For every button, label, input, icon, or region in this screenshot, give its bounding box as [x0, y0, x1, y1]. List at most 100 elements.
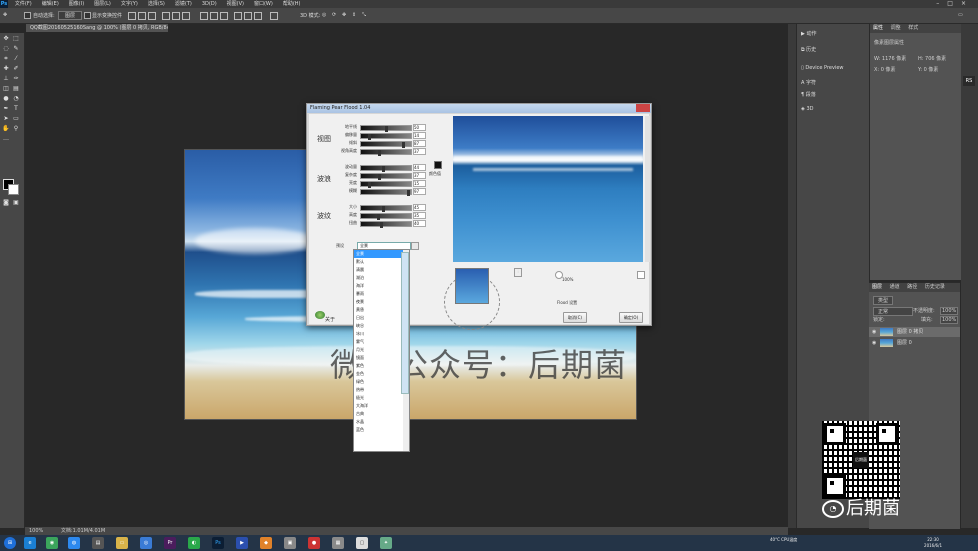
layer-row[interactable]: ◉ 图层 0	[869, 338, 960, 348]
quick-mask-icon[interactable]: ◙	[2, 199, 10, 206]
eraser-tool-icon[interactable]: ◫	[2, 85, 10, 92]
type-tool-icon[interactable]: T	[12, 105, 20, 112]
status-zoom[interactable]: 100%	[29, 528, 43, 534]
panel-item-history[interactable]: ⧉ 历史	[801, 46, 816, 53]
move-tool-icon[interactable]: ✥	[3, 12, 7, 18]
distribute-right-icon[interactable]	[254, 12, 262, 20]
distribute-top-icon[interactable]	[200, 12, 208, 20]
window-controls[interactable]: –□×	[936, 0, 974, 7]
layer-row[interactable]: ◉ 图层 0 拷贝	[869, 327, 960, 337]
slider-value[interactable]: 14	[413, 132, 426, 139]
slider-knob[interactable]	[382, 206, 385, 212]
distribute-left-icon[interactable]	[234, 12, 242, 20]
list-item[interactable]: 蓝色	[354, 426, 409, 434]
tab-paths[interactable]: 路径	[907, 284, 917, 290]
tab-adjustments[interactable]: 调整	[891, 25, 901, 31]
ok-button[interactable]: 确定(O)	[619, 312, 643, 323]
slider-track[interactable]	[360, 213, 412, 220]
eye-icon[interactable]: ◉	[872, 327, 876, 337]
auto-select-checkbox[interactable]	[24, 12, 31, 19]
slider-value[interactable]: 50	[413, 124, 426, 131]
screen-mode-icon[interactable]: ▣	[12, 199, 20, 206]
distribute-bottom-icon[interactable]	[220, 12, 228, 20]
height-field[interactable]: H: 706 像素	[918, 55, 946, 62]
slider-track[interactable]	[360, 173, 412, 180]
move-tool-icon[interactable]: ✥	[2, 35, 10, 42]
slider-value[interactable]: 87	[413, 140, 426, 147]
menu-item[interactable]: 窗口(W)	[249, 0, 278, 8]
red-app-icon[interactable]: ●	[308, 537, 320, 549]
slider-track[interactable]	[360, 133, 412, 140]
slider-track[interactable]	[360, 221, 412, 228]
panel-item-3d[interactable]: ◈ 3D	[801, 106, 813, 112]
fill-field[interactable]: 100%	[940, 316, 959, 324]
slider-track[interactable]	[360, 165, 412, 172]
panel-item-actions[interactable]: ▶ 动作	[801, 30, 816, 37]
menu-item[interactable]: 编辑(E)	[37, 0, 64, 8]
green-app-icon[interactable]: ◐	[188, 537, 200, 549]
slider-track[interactable]	[360, 149, 412, 156]
slider-value[interactable]: 44	[413, 164, 426, 171]
align-middle-icon[interactable]	[138, 12, 146, 20]
menu-item[interactable]: 滤镜(T)	[170, 0, 197, 8]
crop-tool-icon[interactable]: ⌗	[2, 55, 10, 62]
panel-item-paragraph[interactable]: ¶ 段落	[801, 91, 816, 98]
blend-mode-select[interactable]: 正常	[873, 307, 913, 316]
menu-item[interactable]: 图像(I)	[64, 0, 89, 8]
qq-browser-icon[interactable]: ◍	[68, 537, 80, 549]
list-item[interactable]: 极光	[354, 394, 409, 402]
dialog-title-bar[interactable]: Flaming Pear Flood 1.04	[307, 104, 651, 113]
menu-item[interactable]: 3D(D)	[197, 0, 222, 8]
preset-dropdown-list[interactable]: 全景 默认 清晨 湖泊 海洋 暴雨 夜景 黄昏 日出 峡谷 冰川 雾气 月光 镜面 紫色 金色 绿色 热带 极光 大海…	[353, 249, 410, 452]
healing-brush-tool-icon[interactable]: ✚	[2, 65, 10, 72]
orange-app-icon[interactable]: ◆	[260, 537, 272, 549]
slider-knob[interactable]	[385, 126, 388, 132]
taskbar-clock[interactable]: 22:30 2016/6/1	[924, 537, 942, 549]
gradient-tool-icon[interactable]: ▤	[12, 85, 20, 92]
list-item[interactable]: 大海洋	[354, 402, 409, 410]
3d-pan-icon[interactable]: ✥	[342, 12, 346, 18]
premiere-icon[interactable]: Pr	[164, 537, 176, 549]
slider-value[interactable]: 97	[413, 188, 426, 195]
align-left-icon[interactable]	[162, 12, 170, 20]
app-icon[interactable]: ◎	[140, 537, 152, 549]
zoom-tool-icon[interactable]: ⚲	[12, 125, 20, 132]
slider-track[interactable]	[360, 181, 412, 188]
zoom-level[interactable]: 100%	[562, 277, 573, 282]
slider-track[interactable]	[360, 125, 412, 132]
menu-item[interactable]: 文件(F)	[10, 0, 37, 8]
start-button-icon[interactable]: ⊞	[4, 537, 16, 549]
tab-history-record[interactable]: 历史记录	[925, 284, 945, 290]
browser-icon[interactable]: ◉	[46, 537, 58, 549]
about-link[interactable]: 关于	[325, 316, 335, 323]
auto-align-icon[interactable]	[270, 12, 278, 20]
dodge-tool-icon[interactable]: ◔	[12, 95, 20, 102]
quick-select-tool-icon[interactable]: ✎	[12, 45, 20, 52]
distribute-center-icon[interactable]	[244, 12, 252, 20]
x-field[interactable]: X: 0 像素	[874, 66, 895, 73]
list-scroll-thumb[interactable]	[401, 252, 409, 394]
y-field[interactable]: Y: 0 像素	[918, 66, 938, 73]
tab-layers[interactable]: 图层	[872, 284, 882, 290]
tool-app-icon[interactable]: ✦	[380, 537, 392, 549]
zoom-in-icon[interactable]	[637, 271, 645, 279]
slider-knob[interactable]	[368, 182, 371, 188]
slider-knob[interactable]	[377, 214, 380, 220]
panel-item-device-preview[interactable]: ▯ Device Preview	[801, 65, 844, 71]
tab-channels[interactable]: 通道	[890, 284, 900, 290]
menu-item[interactable]: 视图(V)	[222, 0, 249, 8]
blur-tool-icon[interactable]: ●	[2, 95, 10, 102]
3d-scale-icon[interactable]: ⤡	[362, 12, 366, 18]
distribute-middle-icon[interactable]	[210, 12, 218, 20]
align-top-icon[interactable]	[128, 12, 136, 20]
viewer-icon[interactable]: ▦	[332, 537, 344, 549]
marquee-tool-icon[interactable]: ⬚	[12, 35, 20, 42]
align-right-icon[interactable]	[182, 12, 190, 20]
water-color-swatch[interactable]	[434, 161, 442, 169]
slider-track[interactable]	[360, 205, 412, 212]
slider-knob[interactable]	[378, 174, 381, 180]
tab-styles[interactable]: 样式	[908, 25, 918, 31]
slider-value[interactable]: 15	[413, 180, 426, 187]
clone-stamp-tool-icon[interactable]: ⊥	[2, 75, 10, 82]
show-transform-checkbox[interactable]	[84, 12, 91, 19]
